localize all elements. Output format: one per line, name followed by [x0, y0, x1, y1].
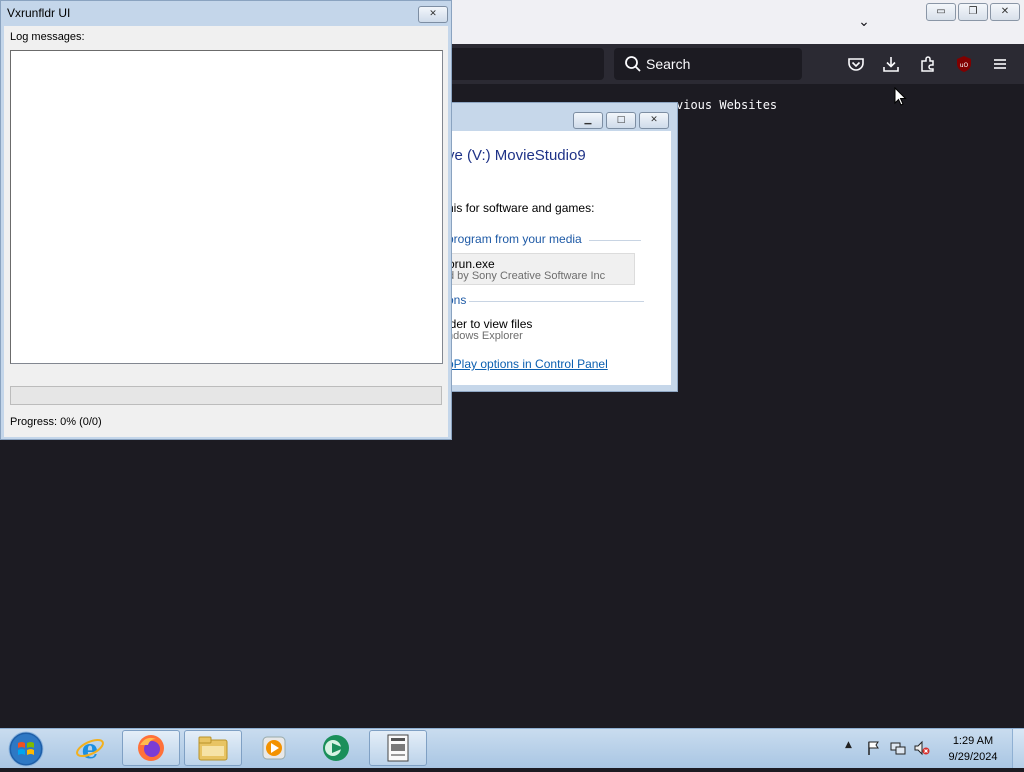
extensions-icon[interactable]: [917, 53, 939, 75]
show-desktop-button[interactable]: [1012, 729, 1024, 768]
mouse-cursor-icon: [894, 87, 907, 106]
search-input[interactable]: Search: [614, 48, 802, 80]
autoplay-dialog: ▁ □ ✕ ve (V:) MovieStudio9 his for softw…: [440, 102, 678, 392]
minimize-button[interactable]: ▁: [573, 112, 603, 129]
app-icon: [323, 735, 349, 761]
taskbar-media-player[interactable]: [245, 730, 303, 766]
minimize-button[interactable]: ▭: [926, 3, 956, 21]
close-button[interactable]: ✕: [639, 112, 669, 129]
option-title: lder to view files: [447, 317, 533, 331]
document-icon: [387, 734, 409, 762]
taskbar-document[interactable]: [369, 730, 427, 766]
taskbar: e ▲ 1:29 AM 9/29/2024: [0, 728, 1024, 768]
svg-text:uO: uO: [960, 62, 969, 69]
media-player-icon: [262, 736, 286, 760]
tab-list-button[interactable]: ⌄: [852, 10, 876, 34]
show-hidden-icons-button[interactable]: ▲: [845, 740, 852, 750]
autoplay-body: ve (V:) MovieStudio9 his for software an…: [447, 131, 671, 385]
downloads-icon[interactable]: [880, 53, 902, 75]
restore-button[interactable]: ❐: [958, 3, 988, 21]
vxrunfldr-window: Vxrunfldr UI ✕ Log messages: Progress: 0…: [0, 0, 452, 440]
volume-muted-icon[interactable]: [914, 740, 930, 756]
window-title: Vxrunfldr UI: [7, 6, 71, 20]
ublock-icon[interactable]: uO: [953, 53, 975, 75]
menu-icon[interactable]: [989, 53, 1011, 75]
search-placeholder: Search: [646, 56, 691, 72]
section-divider: [589, 240, 641, 241]
internet-explorer-icon: e: [76, 735, 104, 763]
search-icon: [625, 56, 641, 72]
close-button[interactable]: ✕: [990, 3, 1020, 21]
taskbar-firefox[interactable]: [122, 730, 180, 766]
url-bar[interactable]: [440, 48, 604, 80]
maximize-button[interactable]: □: [606, 112, 636, 129]
explorer-icon: [198, 736, 228, 761]
pocket-icon[interactable]: [845, 53, 867, 75]
firefox-icon: [138, 735, 164, 761]
option-title: orun.exe: [448, 257, 495, 271]
option-publisher: d by Sony Creative Software Inc: [448, 270, 606, 282]
section-divider: [469, 301, 644, 302]
clock-date: 9/29/2024: [948, 751, 998, 763]
media-type-text: his for software and games:: [447, 201, 595, 215]
run-autorun-option[interactable]: orun.exe d by Sony Creative Software Inc: [447, 253, 635, 285]
network-icon[interactable]: [890, 740, 906, 756]
system-clock[interactable]: 1:29 AM 9/29/2024: [940, 733, 1006, 765]
autoplay-titlebar: ▁ □ ✕: [441, 103, 677, 131]
drive-heading: ve (V:) MovieStudio9: [447, 147, 586, 164]
close-button[interactable]: ✕: [418, 6, 448, 23]
page-text: vious Websites: [676, 98, 778, 112]
clock-time: 1:29 AM: [952, 735, 994, 747]
taskbar-app[interactable]: [307, 730, 365, 766]
log-label: Log messages:: [10, 31, 85, 43]
taskbar-internet-explorer[interactable]: e: [61, 730, 119, 766]
start-button[interactable]: [6, 730, 46, 768]
action-center-flag-icon[interactable]: [866, 740, 882, 756]
progress-bar: [10, 386, 442, 405]
taskbar-explorer[interactable]: [184, 730, 242, 766]
control-panel-link[interactable]: oPlay options in Control Panel: [447, 357, 608, 371]
install-section-label: program from your media: [447, 232, 582, 246]
option-description: ndows Explorer: [447, 330, 523, 342]
window-client-area: Log messages: Progress: 0% (0/0): [4, 26, 448, 437]
progress-label: Progress: 0% (0/0): [10, 416, 102, 428]
log-textbox[interactable]: [10, 50, 443, 364]
open-folder-option[interactable]: lder to view files ndows Explorer: [447, 315, 635, 347]
windows-logo-icon: [8, 731, 44, 767]
